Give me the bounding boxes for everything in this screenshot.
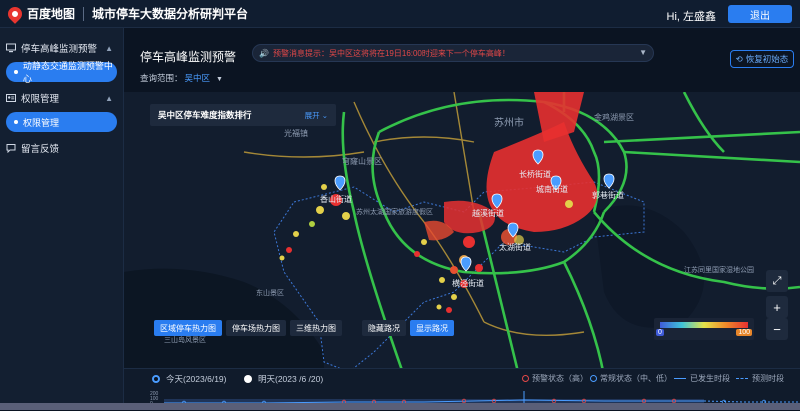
radio-selected-icon bbox=[152, 375, 160, 383]
restore-initial-button[interactable]: ⟲ 恢复初始态 bbox=[730, 50, 794, 68]
divider bbox=[83, 6, 85, 21]
sidebar-group-label: 留言反馈 bbox=[21, 144, 60, 155]
radio-label: 今天(2023/6/19) bbox=[166, 374, 227, 384]
dash-line-icon bbox=[674, 378, 686, 379]
app-title: 城市停车大数据分析研判平台 bbox=[92, 7, 249, 21]
legend-max: 100 bbox=[736, 329, 752, 336]
radio-tomorrow[interactable]: 明天(2023 /6 /20) bbox=[244, 373, 323, 385]
heat-gradient-bar bbox=[660, 322, 748, 328]
legend-min: 0 bbox=[656, 329, 664, 336]
map-label: 穹窿山景区 bbox=[342, 156, 382, 166]
radio-label: 明天(2023 /6 /20) bbox=[258, 374, 324, 384]
zoom-out-button[interactable]: − bbox=[766, 318, 788, 340]
radio-today[interactable]: 今天(2023/6/19) bbox=[152, 373, 226, 385]
caret-down-icon: ▼ bbox=[216, 76, 223, 83]
chevron-down-icon: ▼ bbox=[639, 48, 647, 57]
legend-past: 已发生时段 bbox=[674, 373, 730, 384]
user-greeting: Hi, 左盛鑫 bbox=[666, 11, 717, 23]
refresh-icon: ⟲ bbox=[735, 53, 743, 64]
chevron-up-icon: ▲ bbox=[105, 93, 113, 103]
restore-label: 恢复初始态 bbox=[745, 54, 789, 64]
legend-normal: 常规状态（中、低） bbox=[590, 373, 672, 384]
mode-parking-lot-heatmap[interactable]: 停车场热力图 bbox=[226, 320, 286, 336]
baidu-map-logo-icon bbox=[5, 3, 25, 24]
mode-region-heatmap[interactable]: 区域停车热力图 bbox=[154, 320, 222, 336]
speaker-icon: 🔊 bbox=[259, 48, 269, 58]
expand-label: 展开 bbox=[304, 110, 320, 120]
map-label: 光福镇 bbox=[284, 128, 308, 138]
sidebar-group-parking-warning[interactable]: 停车高峰监测预警 ▲ bbox=[0, 36, 123, 60]
show-traffic-button[interactable]: 显示路况 bbox=[410, 320, 454, 336]
scope-value: 吴中区 bbox=[184, 73, 211, 83]
radio-unselected-icon bbox=[244, 375, 252, 383]
mode-3d-heatmap[interactable]: 三维热力图 bbox=[290, 320, 342, 336]
ranking-title: 吴中区停车难度指数排行 bbox=[158, 110, 252, 120]
scope-label: 查询范围： bbox=[140, 73, 183, 83]
dash-line-icon bbox=[736, 378, 748, 379]
fullscreen-icon: ⤢ bbox=[772, 274, 782, 287]
heat-map[interactable]: 苏州市 长桥街道 城南街道 郭巷街道 香山街道 横泾街道 太湖街道 越溪街道 光… bbox=[124, 92, 800, 376]
query-scope[interactable]: 查询范围： 吴中区 ▼ bbox=[140, 72, 223, 84]
map-label: 太湖街道 bbox=[499, 242, 531, 252]
map-label: 金鸡湖景区 bbox=[594, 112, 634, 122]
ranking-expand-button[interactable]: 展开 ⌄ bbox=[305, 110, 328, 121]
fullscreen-button[interactable]: ⤢ bbox=[766, 270, 788, 292]
top-bar: 百度地图 城市停车大数据分析研判平台 Hi, 左盛鑫 退出 bbox=[0, 0, 800, 28]
logo-text: 百度地图 bbox=[27, 7, 76, 21]
map-label: 长桥街道 bbox=[519, 169, 551, 179]
hide-traffic-button[interactable]: 隐藏路况 bbox=[362, 320, 406, 336]
sidebar-group-label: 停车高峰监测预警 bbox=[21, 44, 98, 55]
map-label: 郭巷街道 bbox=[592, 190, 624, 200]
monitor-icon bbox=[6, 43, 16, 53]
map-mode-bar: 区域停车热力图 停车场热力图 三维热力图 隐藏路况 显示路况 bbox=[154, 320, 454, 338]
map-label: 苏州太湖国家旅游度假区 bbox=[356, 207, 433, 216]
chevron-up-icon: ▲ bbox=[105, 43, 113, 53]
message-icon bbox=[6, 144, 16, 153]
heat-legend: 0 100 bbox=[654, 318, 754, 340]
legend-label: 预警状态（高） bbox=[532, 374, 588, 383]
sidebar-group-label: 权限管理 bbox=[21, 94, 60, 105]
map-label: 城南街道 bbox=[536, 184, 568, 194]
bottom-strip bbox=[0, 403, 800, 410]
notice-text: 预警消息提示：吴中区这将将在19日16:00时迎来下一个停车高峰！ bbox=[272, 48, 510, 58]
warning-notice[interactable]: 🔊 预警消息提示：吴中区这将将在19日16:00时迎来下一个停车高峰！ ▼ bbox=[252, 44, 654, 62]
warning-dot-icon bbox=[522, 375, 529, 382]
normal-dot-icon bbox=[590, 375, 597, 382]
sidebar: 停车高峰监测预警 ▲ 动静态交通监测预警中心 权限管理 ▲ 权限管理 留言反馈 bbox=[0, 28, 124, 410]
logo: 百度地图 bbox=[5, 3, 76, 24]
legend-label: 预测时段 bbox=[752, 374, 784, 383]
id-card-icon bbox=[6, 94, 16, 102]
map-label: 江苏同里国家湿地公园 bbox=[684, 265, 754, 274]
map-label: 苏州市 bbox=[494, 116, 524, 129]
difficulty-ranking-panel[interactable]: 吴中区停车难度指数排行 展开 ⌄ bbox=[150, 104, 336, 126]
map-label: 越溪街道 bbox=[472, 208, 504, 218]
legend-label: 已发生时段 bbox=[690, 374, 730, 383]
legend-label: 常规状态（中、低） bbox=[600, 374, 672, 383]
sidebar-group-feedback[interactable]: 留言反馈 bbox=[0, 136, 123, 160]
sidebar-item-traffic-warning-center[interactable]: 动静态交通监测预警中心 bbox=[6, 61, 117, 84]
zoom-in-button[interactable]: + bbox=[766, 296, 788, 318]
logout-button[interactable]: 退出 bbox=[728, 5, 792, 23]
map-label: 香山街道 bbox=[320, 194, 352, 204]
sidebar-item-permission-management[interactable]: 权限管理 bbox=[6, 112, 117, 132]
sidebar-group-permissions[interactable]: 权限管理 ▲ bbox=[0, 86, 123, 110]
page-title: 停车高峰监测预警 bbox=[140, 50, 237, 64]
map-label: 横泾街道 bbox=[452, 278, 484, 288]
main-panel: 停车高峰监测预警 🔊 预警消息提示：吴中区这将将在19日16:00时迎来下一个停… bbox=[124, 28, 800, 410]
legend-warning-high: 预警状态（高） bbox=[522, 373, 588, 384]
map-label: 东山景区 bbox=[256, 288, 284, 297]
legend-predicted: 预测时段 bbox=[736, 373, 784, 384]
predicted-line bbox=[703, 400, 800, 403]
